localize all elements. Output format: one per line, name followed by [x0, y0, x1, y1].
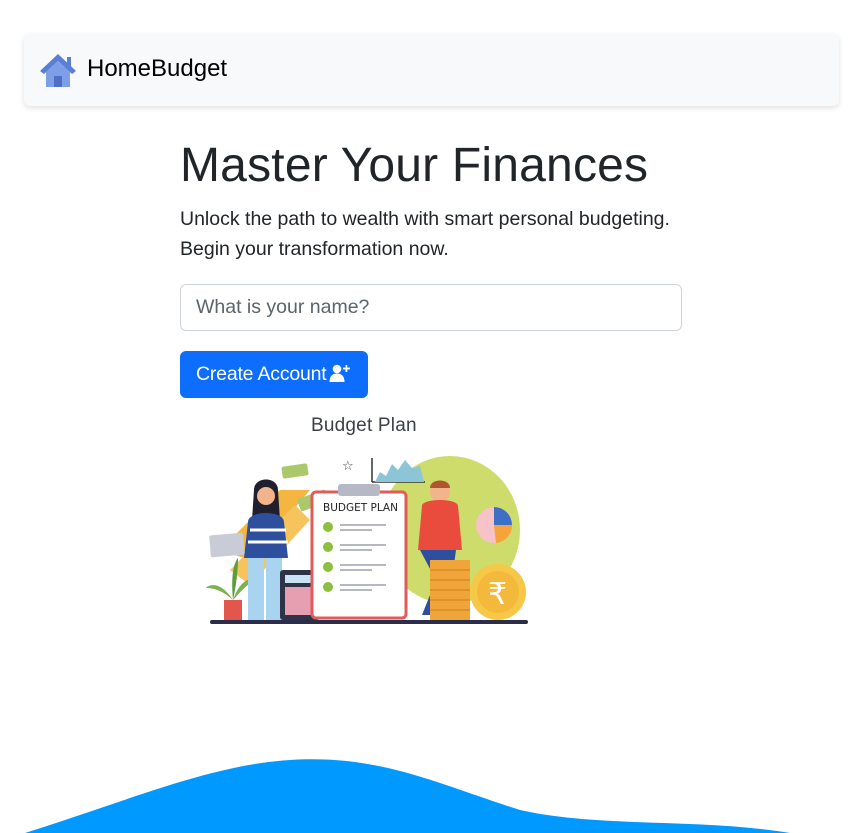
house-icon[interactable]	[38, 50, 78, 90]
clipboard: BUDGET PLAN	[310, 484, 408, 620]
lead-text: Unlock the path to wealth with smart per…	[180, 204, 682, 264]
navbar: HomeBudget	[24, 34, 839, 106]
woman-figure	[209, 479, 288, 620]
hero-section: Master Your Finances Unlock the path to …	[180, 138, 682, 398]
mini-chart	[371, 458, 425, 483]
footer-wave	[0, 759, 860, 833]
page-title: Master Your Finances	[180, 139, 649, 192]
pie-chart-icon	[476, 507, 513, 543]
rupee-coin-icon: ₹	[470, 564, 526, 620]
coin-stack	[430, 560, 470, 620]
floor	[210, 620, 528, 624]
svg-text:₹: ₹	[488, 577, 507, 612]
budget-plan-illustration: Budget Plan ☆ BUDGET PLAN ₹	[200, 410, 540, 632]
name-input[interactable]	[180, 284, 682, 331]
illustration-title: Budget Plan	[311, 415, 417, 436]
create-account-label: Create Account	[196, 363, 327, 385]
lead-line-2: Begin your transformation now.	[180, 238, 449, 260]
star-icon: ☆	[342, 459, 354, 474]
user-plus-icon	[329, 362, 351, 384]
lead-line-1: Unlock the path to wealth with smart per…	[180, 208, 670, 230]
brand-name[interactable]: HomeBudget	[87, 55, 227, 83]
create-account-button[interactable]: Create Account	[180, 351, 368, 398]
clipboard-heading: BUDGET PLAN	[323, 502, 398, 514]
illustration-art: ☆ BUDGET PLAN ₹	[206, 456, 528, 624]
